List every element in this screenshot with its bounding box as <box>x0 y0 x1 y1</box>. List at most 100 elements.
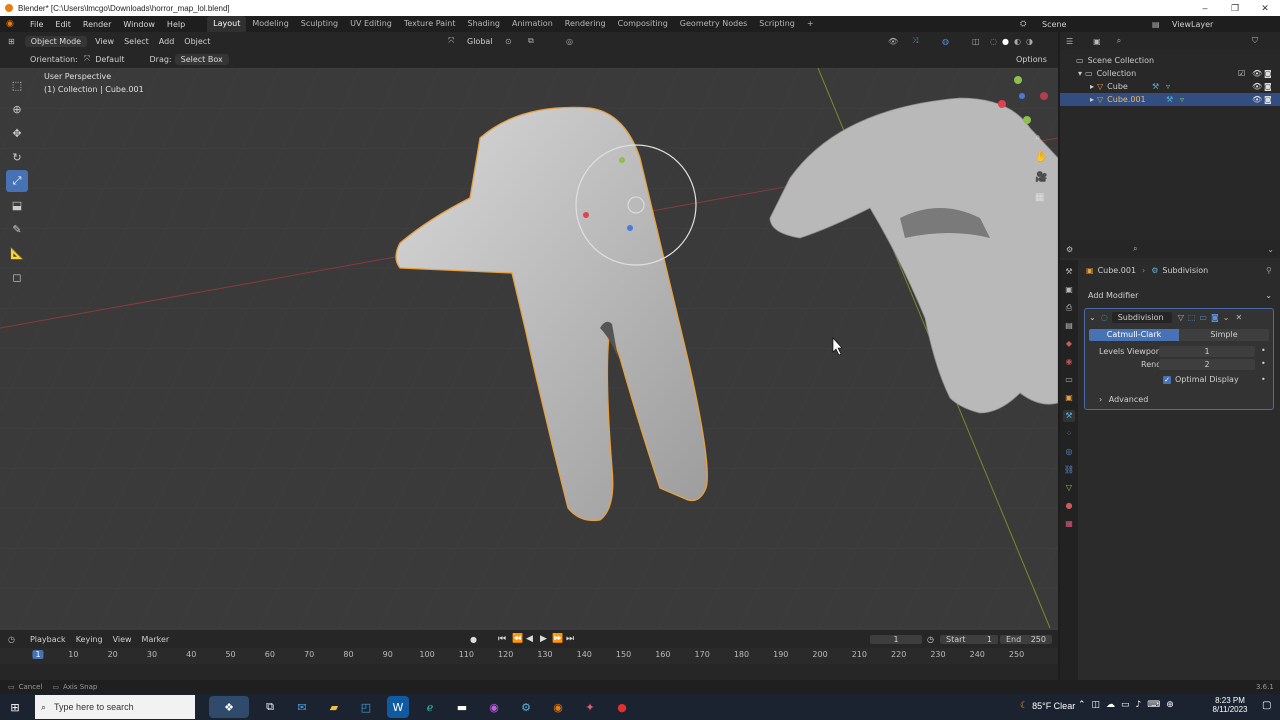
store-icon[interactable]: ◰ <box>355 696 377 718</box>
tab-sculpting[interactable]: Sculpting <box>295 16 344 32</box>
move-tool-icon[interactable]: ✥ <box>6 122 28 144</box>
outliner-row-cube[interactable]: ▸ ▽ Cube ⚒ ▿ 👁 ◙ <box>1060 80 1280 93</box>
tab-shading[interactable]: Shading <box>461 16 506 32</box>
modifier-tab-icon[interactable]: ⚒ <box>1063 410 1075 422</box>
transform-tool-icon[interactable]: ⬓ <box>6 194 28 216</box>
xray-icon[interactable]: ◫ <box>972 37 980 46</box>
menu-playback[interactable]: Playback <box>25 635 71 644</box>
tab-animation[interactable]: Animation <box>506 16 559 32</box>
search-highlight-icon[interactable]: ❖ <box>209 696 249 718</box>
data-tab-icon[interactable]: ▽ <box>1063 482 1075 494</box>
start-frame-field[interactable]: Start 1 <box>940 634 998 644</box>
timeline-track-area[interactable] <box>0 664 1058 680</box>
task-view-icon[interactable]: ⧉ <box>259 696 281 718</box>
outliner-row-collection[interactable]: ▾ ▭ Collection ☑ 👁 ◙ <box>1060 67 1280 80</box>
tab-uv-editing[interactable]: UV Editing <box>344 16 398 32</box>
mail-icon[interactable]: ✉ <box>291 696 313 718</box>
transform-orientation-dropdown[interactable]: Global <box>462 37 498 46</box>
measure-tool-icon[interactable]: 📐 <box>6 242 28 264</box>
particles-tab-icon[interactable]: ⁘ <box>1063 428 1075 440</box>
record-icon[interactable]: ● <box>470 635 477 644</box>
3d-viewport[interactable]: User Perspective (1) Collection | Cube.0… <box>0 68 1058 630</box>
scene-tab-icon[interactable]: ◆ <box>1063 338 1075 350</box>
texture-tab-icon[interactable]: ▦ <box>1063 518 1075 530</box>
visibility-icon[interactable]: 👁 <box>888 37 898 46</box>
wireframe-shading-icon[interactable]: ◌ <box>990 37 997 46</box>
scale-tool-icon[interactable]: ⤢ <box>6 170 28 192</box>
tab-compositing[interactable]: Compositing <box>612 16 674 32</box>
visibility-eye-icon[interactable]: 👁 <box>1252 69 1262 78</box>
menu-marker[interactable]: Marker <box>137 635 175 644</box>
jump-end-icon[interactable]: ⏭ <box>566 634 574 644</box>
render-levels-field[interactable]: 2 <box>1159 359 1255 370</box>
menu-keying[interactable]: Keying <box>71 635 108 644</box>
realtime-toggle-icon[interactable]: ▭ <box>1199 313 1207 322</box>
weather-widget[interactable]: ☾ 85°F Clear <box>1020 700 1075 711</box>
close-button[interactable]: ✕ <box>1250 0 1280 16</box>
jump-keyframe-forward-icon[interactable]: ⏩ <box>552 634 563 644</box>
play-icon[interactable]: ▶ <box>540 634 547 644</box>
rotate-tool-icon[interactable]: ↻ <box>6 146 28 168</box>
pan-hand-icon[interactable]: ✋ <box>1035 152 1047 163</box>
maximize-button[interactable]: ❐ <box>1220 0 1250 16</box>
select-tool-icon[interactable]: ⬚ <box>6 74 28 96</box>
proportional-edit-icon[interactable]: ◎ <box>566 37 573 46</box>
scene-collection-row[interactable]: ▭ Scene Collection <box>1060 54 1280 67</box>
keyframe-dot-icon[interactable]: • <box>1261 346 1266 355</box>
rendered-shading-icon[interactable]: ◑ <box>1026 37 1033 46</box>
collapse-chevron-icon[interactable]: ⌄ <box>1089 313 1096 322</box>
system-tray[interactable]: ⌃◫☁▭♪⌨⊕ <box>1078 700 1180 710</box>
red-app-icon[interactable]: ● <box>611 696 633 718</box>
taskbar-search-box[interactable]: ⌕ Type here to search <box>35 695 195 719</box>
render-camera-icon[interactable]: ◙ <box>1264 82 1272 91</box>
menu-help[interactable]: Help <box>161 20 191 29</box>
properties-editor-icon[interactable]: ⚙ <box>1066 245 1073 254</box>
collection-checkbox-icon[interactable]: ☑ <box>1238 69 1245 78</box>
output-tab-icon[interactable]: ⎙ <box>1063 302 1075 314</box>
advanced-subpanel[interactable]: › Advanced <box>1099 395 1148 404</box>
overlay-icon[interactable]: ◍ <box>942 37 949 46</box>
menu-window[interactable]: Window <box>117 20 161 29</box>
roblox-icon[interactable]: ▬ <box>451 696 473 718</box>
current-frame-field[interactable]: 1 <box>870 634 922 644</box>
minimize-button[interactable]: – <box>1190 0 1220 16</box>
properties-search-icon[interactable]: ⌕ <box>1133 244 1137 254</box>
preview-range-icon[interactable]: ◷ <box>927 635 934 644</box>
menu-view[interactable]: View <box>90 37 119 46</box>
modifier-menu-icon[interactable]: ⌄ <box>1223 313 1230 322</box>
menu-add[interactable]: Add <box>154 37 180 46</box>
scene-selector[interactable]: Scene <box>1042 20 1066 29</box>
end-frame-field[interactable]: End 250 <box>1000 634 1052 644</box>
menu-render[interactable]: Render <box>77 20 117 29</box>
tab-modeling[interactable]: Modeling <box>246 16 294 32</box>
outliner-editor-icon[interactable]: ☰ <box>1066 37 1073 46</box>
expand-chevron-icon[interactable]: ▾ <box>1078 69 1082 78</box>
collection-tab-icon[interactable]: ▭ <box>1063 374 1075 386</box>
view-layer-tab-icon[interactable]: ▤ <box>1063 320 1075 332</box>
word-icon[interactable]: W <box>387 696 409 718</box>
optimal-display-checkbox[interactable]: ✓ Optimal Display <box>1163 375 1239 384</box>
tab-rendering[interactable]: Rendering <box>559 16 612 32</box>
jump-keyframe-back-icon[interactable]: ⏪ <box>512 634 523 644</box>
solid-shading-icon[interactable]: ● <box>1002 37 1009 46</box>
edge-icon[interactable]: ℯ <box>419 696 441 718</box>
constraints-tab-icon[interactable]: ⛓ <box>1063 464 1075 476</box>
outliner-row-cube001[interactable]: ▸ ▽ Cube.001 ⚒ ▿ 👁 ◙ <box>1060 93 1280 106</box>
catmull-clark-tab[interactable]: Catmull-Clark <box>1089 329 1179 341</box>
properties-options-icon[interactable]: ⌄ <box>1267 245 1274 254</box>
add-cube-tool-icon[interactable]: ◻ <box>6 266 28 288</box>
cage-toggle-icon[interactable]: ⬚ <box>1188 313 1196 322</box>
expand-chevron-icon[interactable]: ▸ <box>1090 82 1094 91</box>
file-explorer-icon[interactable]: ▰ <box>323 696 345 718</box>
jump-start-icon[interactable]: ⏮ <box>498 634 506 644</box>
timeline-editor-icon[interactable]: ◷ <box>8 635 15 644</box>
viewlayer-selector[interactable]: ViewLayer <box>1172 20 1213 29</box>
expand-chevron-icon[interactable]: ▸ <box>1090 95 1094 104</box>
menu-timeline-view[interactable]: View <box>108 635 137 644</box>
blender-menu-icon[interactable]: ◉ <box>6 19 20 29</box>
snap-icon[interactable]: ⧉ <box>528 36 534 46</box>
frame-ruler[interactable]: 1 10 20 30 40 50 60 70 80 90 100 110 120 130 140 150 160… <box>0 648 1058 664</box>
pivot-icon[interactable]: ⊙ <box>505 37 512 46</box>
app-icon[interactable]: ✦ <box>579 696 601 718</box>
visibility-eye-icon[interactable]: 👁 <box>1252 95 1262 104</box>
